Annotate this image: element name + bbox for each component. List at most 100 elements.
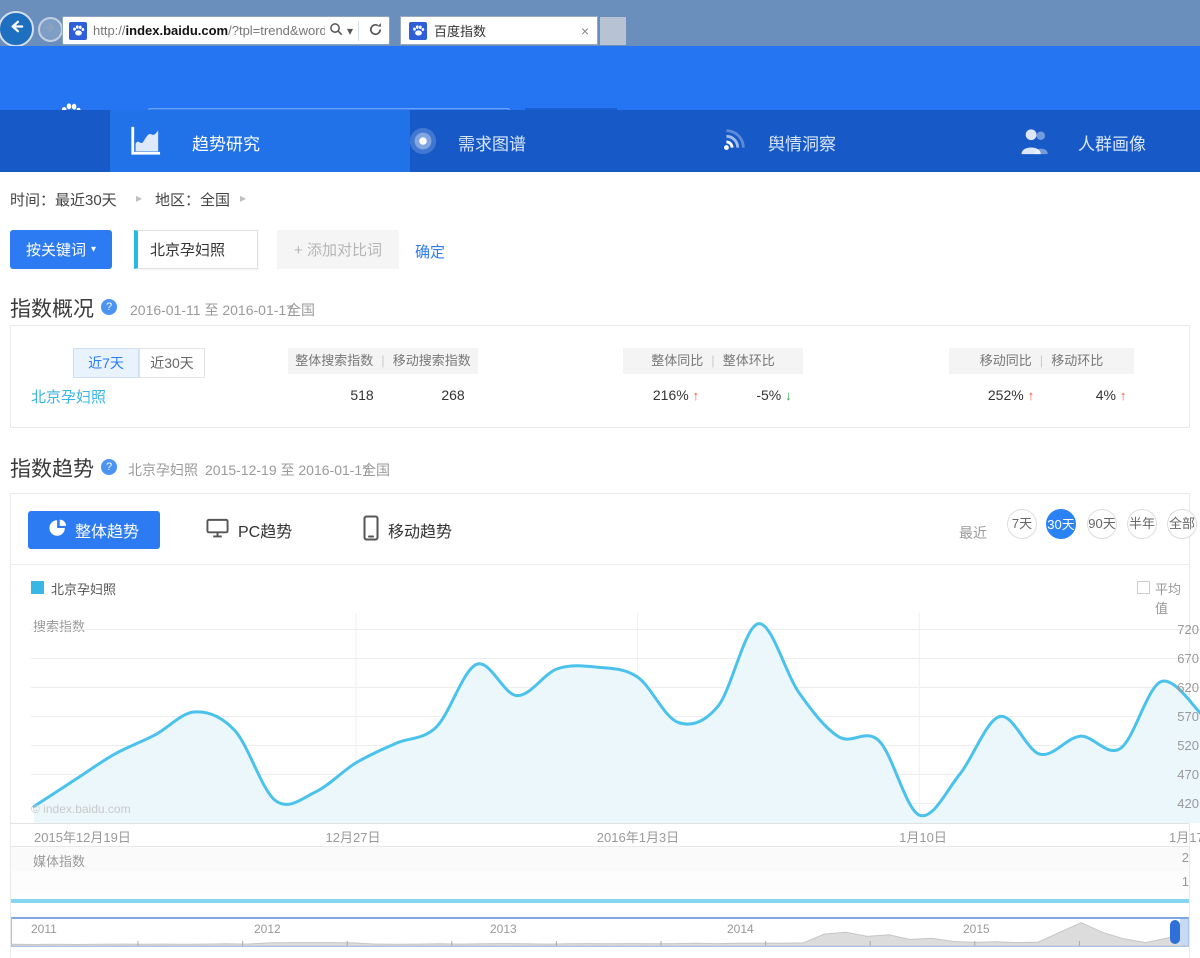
range-30d-button[interactable]: 30天	[1046, 509, 1076, 539]
media-tick-1: 1	[1163, 874, 1189, 889]
bullseye-icon	[408, 126, 438, 161]
tab-trend-research-label[interactable]: 趋势研究	[192, 130, 260, 155]
range-90d-button[interactable]: 90天	[1087, 509, 1117, 539]
y-tick-label: 620	[1143, 680, 1199, 695]
y-tick-label: 520	[1143, 738, 1199, 753]
address-dropdown-icon[interactable]: ▾	[347, 24, 353, 38]
chevron-right-icon: ▸	[240, 191, 246, 205]
media-index-line	[11, 899, 1189, 903]
overall-mom-value: -5% ↓	[729, 387, 819, 403]
overview-tab-30d[interactable]: 近30天	[139, 348, 205, 378]
range-7d-button[interactable]: 7天	[1007, 509, 1037, 539]
pc-trend-label: PC趋势	[238, 518, 292, 542]
up-arrow-icon: ↑	[693, 388, 700, 403]
new-tab-button[interactable]	[600, 17, 626, 45]
time-filter[interactable]: 时间：最近30天	[10, 189, 117, 210]
scrubber-year-label: 2013	[490, 922, 517, 936]
address-bar[interactable]: http://index.baidu.com/?tpl=trend&word=%…	[62, 16, 390, 45]
scrubber-handle[interactable]	[1170, 920, 1180, 944]
overall-trend-tab[interactable]: 整体趋势	[28, 511, 160, 549]
up-arrow-icon: ↑	[1120, 388, 1127, 403]
region-filter[interactable]: 地区：全国	[155, 189, 230, 210]
trend-help-icon[interactable]: ?	[101, 459, 117, 475]
pie-icon	[49, 519, 67, 542]
media-tick-2: 2	[1163, 850, 1189, 865]
overview-col-search-index: 整体搜索指数|移动搜索指数	[288, 348, 478, 374]
address-search-icon[interactable]	[329, 22, 343, 39]
address-bar-divider	[358, 21, 359, 41]
legend-color-swatch	[31, 581, 44, 594]
range-halfyear-button[interactable]: 半年	[1127, 509, 1157, 539]
browser-back-button[interactable]	[0, 11, 34, 47]
baidu-paw-favicon	[69, 22, 87, 40]
y-tick-label: 420	[1143, 796, 1199, 811]
down-arrow-icon: ↓	[785, 388, 792, 403]
mobile-trend-label: 移动趋势	[388, 518, 452, 542]
x-tick-label: 1月10日	[873, 827, 973, 846]
scrubber-year-label: 2014	[727, 922, 754, 936]
site-header: Bai du 指数 指数探索 数说专题 品牌表现 我的指数	[0, 46, 1200, 110]
signal-icon	[718, 126, 748, 161]
browser-tab[interactable]: 百度指数 ×	[400, 16, 598, 45]
mobile-index-value: 268	[418, 387, 488, 403]
tab-demand-map-label[interactable]: 需求图谱	[458, 130, 526, 155]
trend-keyword: 北京孕妇照	[128, 460, 198, 480]
y-tick-label: 720	[1143, 622, 1199, 637]
scrubber-unselected-region	[1180, 919, 1188, 945]
keyword-mode-button[interactable]: 按关键词 ▾	[10, 230, 112, 269]
media-index-label: 媒体指数	[33, 851, 85, 870]
forward-arrow-icon	[44, 21, 57, 39]
feature-tabs-bar: 趋势研究 需求图谱 舆情洞察 人群画像	[0, 110, 1200, 172]
overview-tab-7d[interactable]: 近7天	[73, 348, 139, 378]
tab-persona-label[interactable]: 人群画像	[1078, 130, 1146, 155]
overview-row-keyword[interactable]: 北京孕妇照	[31, 386, 106, 407]
baidu-index-page: http://index.baidu.com/?tpl=trend&word=%…	[0, 0, 1200, 958]
y-tick-label: 570	[1143, 709, 1199, 724]
overall-index-value: 518	[327, 387, 397, 403]
y-tick-label: 670	[1143, 651, 1199, 666]
overview-card: 近7天 近30天 整体搜索指数|移动搜索指数 整体同比|整体环比 移动同比|移动…	[10, 325, 1190, 428]
keyword-input-box[interactable]	[134, 230, 258, 269]
keyword-input[interactable]	[138, 241, 257, 258]
scrubber-mini-chart	[12, 919, 1188, 946]
media-band-row	[11, 847, 1189, 871]
y-tick-label: 470	[1143, 767, 1199, 782]
mobile-trend-tab[interactable]: 移动趋势	[363, 515, 452, 545]
tab-close-icon[interactable]: ×	[581, 24, 589, 38]
trend-date-range: 2015-12-19 至 2016-01-17	[205, 460, 370, 480]
tab-favicon-paw-icon	[409, 22, 427, 40]
overview-help-icon[interactable]: ?	[101, 299, 117, 315]
browser-forward-button[interactable]	[38, 17, 63, 42]
timeline-scrubber[interactable]: 20112012201320142015	[11, 917, 1189, 947]
monitor-icon	[206, 518, 229, 543]
overview-title: 指数概况	[10, 293, 94, 323]
overview-region: 全国	[287, 300, 315, 320]
pc-trend-tab[interactable]: PC趋势	[206, 515, 292, 545]
x-tick-label: 2016年1月3日	[588, 827, 688, 846]
refresh-icon[interactable]	[368, 22, 383, 40]
confirm-link[interactable]: 确定	[415, 241, 445, 262]
back-arrow-icon	[8, 18, 25, 40]
tab-title: 百度指数	[434, 21, 486, 40]
tab-sentiment-label[interactable]: 舆情洞察	[768, 130, 836, 155]
up-arrow-icon: ↑	[1028, 388, 1035, 403]
trend-card: 整体趋势 PC趋势 移动趋势 最近 7天 30天 90天 半年 全部 北京孕妇照…	[10, 493, 1190, 958]
search-index-chart[interactable]	[31, 611, 1200, 823]
range-label: 最近	[959, 523, 987, 543]
overview-date-range: 2016-01-11 至 2016-01-17	[130, 300, 294, 320]
chevron-right-icon: ▸	[136, 191, 142, 205]
overall-trend-label: 整体趋势	[75, 518, 139, 542]
legend-label[interactable]: 北京孕妇照	[51, 579, 116, 598]
average-checkbox[interactable]	[1137, 581, 1150, 594]
range-all-button[interactable]: 全部	[1167, 509, 1197, 539]
overview-col-overall-compare: 整体同比|整体环比	[623, 348, 803, 374]
x-axis-line	[11, 823, 1189, 824]
x-tick-label: 1月17日	[1169, 827, 1200, 846]
scrubber-year-label: 2015	[963, 922, 990, 936]
overview-col-mobile-compare: 移动同比|移动环比	[949, 348, 1134, 374]
watermark: © index.baidu.com	[31, 802, 131, 816]
trend-region: 全国	[362, 460, 390, 480]
phone-icon	[363, 515, 379, 546]
add-compare-word-button[interactable]: + 添加对比词	[277, 230, 399, 269]
keyword-mode-label: 按关键词	[26, 239, 86, 260]
